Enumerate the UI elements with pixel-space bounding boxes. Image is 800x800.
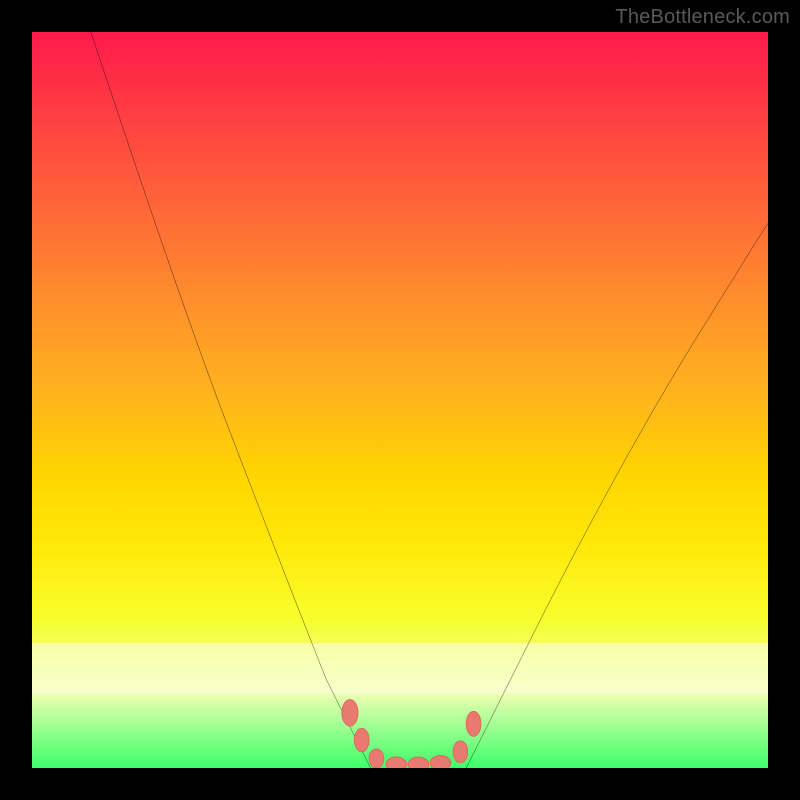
plot-area	[32, 32, 768, 768]
valley-marker	[408, 757, 429, 768]
chart-highlight-band	[32, 643, 768, 695]
valley-marker	[466, 711, 481, 736]
valley-marker	[369, 749, 384, 768]
valley-marker	[354, 728, 369, 752]
valley-marker	[430, 755, 451, 768]
valley-marker	[342, 700, 358, 726]
valley-marker	[386, 757, 407, 768]
chart-frame: TheBottleneck.com	[0, 0, 800, 800]
valley-marker	[453, 741, 468, 763]
watermark-text: TheBottleneck.com	[615, 6, 790, 29]
valley-markers-group	[342, 700, 481, 768]
